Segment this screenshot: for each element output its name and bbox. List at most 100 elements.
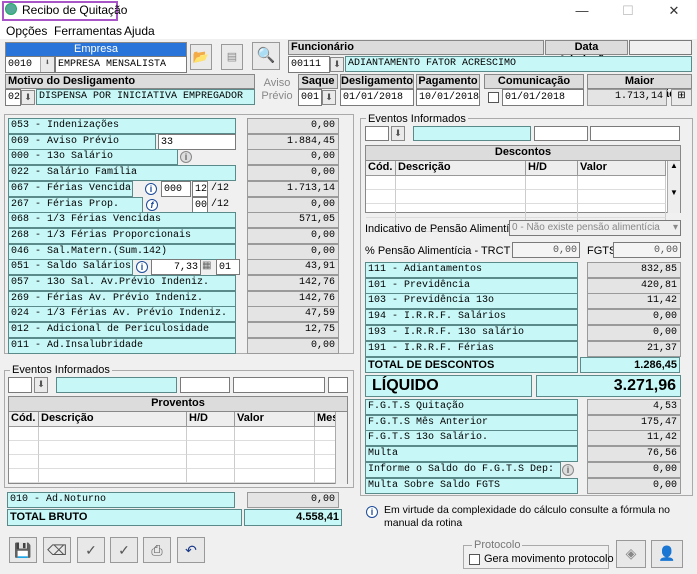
info-icon: i bbox=[366, 506, 378, 518]
diamond-button[interactable]: ◈ bbox=[616, 540, 646, 568]
grid-cell bbox=[526, 204, 578, 218]
pensao-pct-field[interactable]: 0,00 bbox=[512, 242, 580, 258]
desligamento-field[interactable]: 01/01/2018 bbox=[340, 89, 414, 106]
saque-dropdown-icon[interactable]: ⬇ bbox=[322, 90, 336, 105]
comunicacao-header: Comunicação Aviso bbox=[484, 74, 584, 100]
desconto-label: 191 - I.R.R.F. Férias bbox=[365, 340, 578, 357]
menu-ferramentas[interactable]: Ferramentas bbox=[54, 24, 122, 38]
motivo-dropdown-icon[interactable]: ⬇ bbox=[21, 90, 35, 105]
protocolo-checkbox[interactable] bbox=[469, 554, 480, 565]
grid-header-hd: H/D bbox=[526, 161, 578, 176]
grid-cell bbox=[396, 190, 526, 204]
empresa-code-field[interactable]: 0010 ⬇ bbox=[5, 56, 55, 73]
saldo-salarios-b[interactable]: 01 bbox=[216, 259, 240, 276]
desconto-value: 420,81 bbox=[587, 277, 681, 294]
calc-button[interactable]: ⊞ bbox=[671, 89, 692, 106]
saque-field[interactable]: 001 bbox=[298, 89, 322, 106]
desconto-label: 193 - I.R.R.F. 13o salário bbox=[365, 324, 578, 341]
print-button[interactable]: ⎙ bbox=[143, 537, 171, 563]
undo-icon: ↶ bbox=[185, 542, 197, 558]
desconto-value: 11,42 bbox=[587, 293, 681, 310]
ferias-prop-c: /12 bbox=[211, 198, 230, 210]
open-folder-button[interactable]: 📂 bbox=[190, 44, 212, 70]
scrollbar[interactable]: ▲ ▼ bbox=[667, 161, 680, 213]
grid-cell bbox=[9, 469, 39, 483]
erase-button[interactable]: ⌫ bbox=[43, 537, 71, 563]
grid-cell bbox=[187, 427, 235, 441]
menu-opcoes[interactable]: Opções bbox=[6, 24, 47, 38]
provento-value: 142,76 bbox=[247, 275, 339, 291]
aviso-dias-field[interactable]: 33 bbox=[158, 133, 236, 150]
eventos-right-valor-field[interactable] bbox=[590, 126, 680, 141]
ferias-vencidas-a[interactable]: 000 bbox=[161, 180, 191, 197]
fgts-value: 175,47 bbox=[587, 414, 681, 431]
motivo-header: Motivo do Desligamento bbox=[5, 74, 255, 89]
menu-ajuda[interactable]: Ajuda bbox=[124, 24, 155, 38]
descontos-grid[interactable]: Descontos Cód. Descrição H/D Valor ▲ ▼ bbox=[365, 145, 681, 232]
comunicacao-checkbox[interactable] bbox=[488, 92, 499, 103]
liquido-value: 3.271,96 bbox=[536, 375, 681, 397]
grid-cell bbox=[578, 190, 666, 204]
fgts-value: 11,42 bbox=[587, 430, 681, 447]
eventos-left-code-field[interactable] bbox=[8, 377, 32, 393]
minimize-button[interactable]: — bbox=[559, 0, 605, 22]
desconto-value: 21,37 bbox=[587, 340, 681, 357]
desconto-label: 111 - Adiantamentos bbox=[365, 262, 578, 278]
grid-header-valor: Valor bbox=[578, 161, 666, 176]
aviso-previo-button[interactable]: Aviso Prévio bbox=[259, 77, 295, 103]
search-button[interactable]: 🔍 bbox=[252, 42, 280, 70]
provento-value: 142,76 bbox=[247, 290, 339, 307]
confirm-button[interactable]: ✓ bbox=[77, 537, 105, 563]
fgts-value: 4,53 bbox=[587, 399, 681, 415]
calendar-icon[interactable]: ▦ bbox=[202, 260, 211, 271]
eventos-left-dropdown-icon[interactable]: ⬇ bbox=[34, 377, 48, 393]
approve-button[interactable]: ✓ bbox=[110, 537, 138, 563]
fgts-label: Multa bbox=[365, 446, 578, 463]
scrollbar[interactable] bbox=[335, 412, 347, 484]
fgts-label: Informe o Saldo do F.G.T.S Dep: bbox=[365, 461, 561, 478]
ferias-vencidas-b[interactable]: 12 bbox=[192, 180, 208, 197]
info-icon[interactable]: i bbox=[562, 463, 574, 476]
saldo-salarios-a[interactable]: 7,33 bbox=[151, 259, 201, 276]
grid-cell bbox=[39, 455, 187, 469]
eventos-right-dropdown-icon[interactable]: ⬇ bbox=[391, 126, 405, 141]
grid-header-cd: Cód. bbox=[366, 161, 396, 176]
provento-value: 47,59 bbox=[247, 306, 339, 323]
info-note: i Em virtude da complexidade do cálculo c… bbox=[364, 504, 694, 530]
dropdown-icon[interactable]: ⬇ bbox=[40, 57, 54, 72]
provento-label: 012 - Adicional de Periculosidade bbox=[8, 322, 236, 339]
save-button[interactable]: 💾 bbox=[9, 537, 37, 563]
funcionario-dropdown-icon[interactable]: ⬇ bbox=[330, 57, 344, 72]
funcionario-code-field[interactable]: 00111 bbox=[288, 56, 330, 73]
document-button[interactable]: ▤ bbox=[221, 44, 243, 70]
ferias-prop-b[interactable]: 00 bbox=[192, 196, 208, 213]
motivo-code-field[interactable]: 02 bbox=[5, 89, 21, 106]
eventos-left-hd-field[interactable] bbox=[180, 377, 230, 393]
user-search-button[interactable]: 👤 bbox=[651, 540, 683, 568]
eventos-right-hd-field[interactable] bbox=[534, 126, 588, 141]
undo-button[interactable]: ↶ bbox=[177, 537, 205, 563]
title-bar: Recibo de Quitação — ☐ ✕ bbox=[0, 0, 697, 22]
empresa-header: Empresa bbox=[5, 42, 187, 57]
info-icon[interactable]: i bbox=[145, 182, 157, 195]
pensao-select-value: 0 - Não existe pensão alimentícia bbox=[512, 222, 660, 233]
menu-bar: Opções Ferramentas Ajuda bbox=[0, 22, 697, 39]
eventos-right-code-field[interactable] bbox=[365, 126, 389, 141]
admissao-header: Data Admissão: bbox=[545, 40, 628, 66]
fgts-field[interactable]: 0,00 bbox=[613, 242, 681, 258]
ferias-vencidas-c: /12 bbox=[211, 182, 230, 194]
maximize-button[interactable]: ☐ bbox=[605, 0, 651, 22]
close-button[interactable]: ✕ bbox=[651, 0, 697, 22]
aviso-previo-line2: Prévio bbox=[261, 90, 293, 102]
pensao-select[interactable]: 0 - Não existe pensão alimentícia ▾ bbox=[509, 220, 681, 236]
maior-remuneracao-header: Maior Remuneração bbox=[587, 74, 692, 100]
comunicacao-field[interactable]: 01/01/2018 bbox=[502, 89, 584, 106]
eventos-left-mes-field[interactable] bbox=[328, 377, 348, 393]
admissao-field[interactable] bbox=[629, 40, 692, 55]
provento-label: 011 - Ad.Insalubridade bbox=[8, 337, 236, 354]
info-text: Em virtude da complexidade do cálculo co… bbox=[384, 504, 670, 529]
eventos-left-valor-field[interactable] bbox=[233, 377, 325, 393]
pagamento-field[interactable]: 10/01/2018 bbox=[416, 89, 480, 106]
proventos-grid[interactable]: Proventos Cód. Descrição H/D Valor Mes bbox=[8, 396, 348, 484]
function-icon[interactable]: f bbox=[146, 198, 158, 211]
